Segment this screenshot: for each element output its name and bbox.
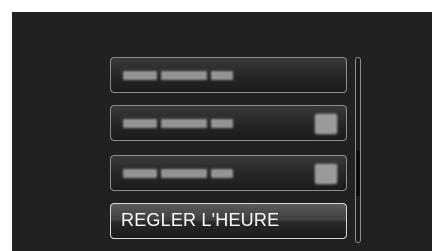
setting-value-icon <box>315 114 337 134</box>
menu-item-3[interactable] <box>110 155 347 191</box>
menu-item-1[interactable] <box>110 57 347 93</box>
camera-menu-screen: REGLER L'HEURE <box>12 12 432 251</box>
obscured-label <box>123 169 233 178</box>
menu-item-2[interactable] <box>110 105 347 141</box>
setting-value-icon <box>315 164 337 184</box>
obscured-label <box>123 119 233 128</box>
menu-scrollbar[interactable] <box>355 57 361 243</box>
menu-item-label: REGLER L'HEURE <box>121 210 280 230</box>
scrollbar-thumb[interactable] <box>356 150 360 196</box>
obscured-label <box>123 71 233 80</box>
menu-item-clock-adjust[interactable]: REGLER L'HEURE <box>110 203 347 239</box>
